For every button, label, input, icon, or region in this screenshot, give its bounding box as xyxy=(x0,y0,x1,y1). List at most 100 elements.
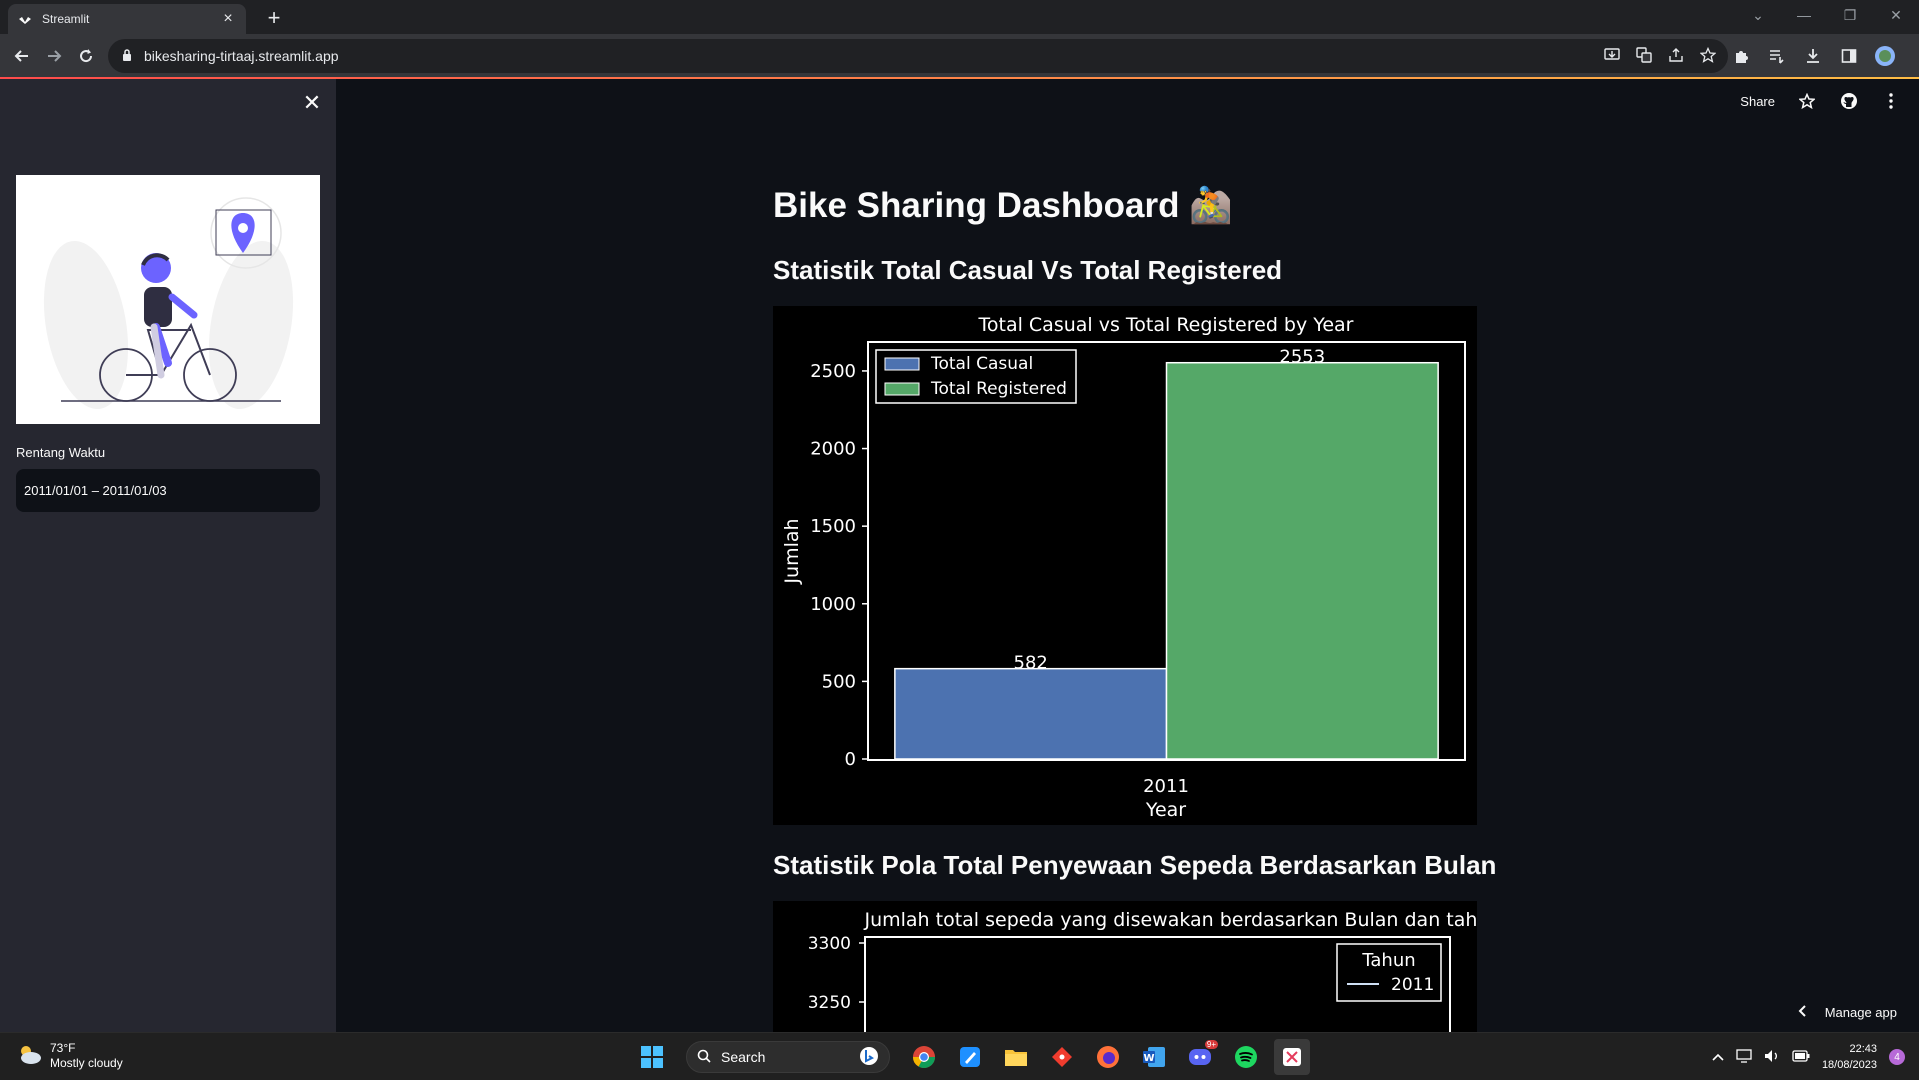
extensions-puzzle-icon[interactable] xyxy=(1730,45,1752,67)
bars: 582 2553 xyxy=(894,347,1439,760)
legend-label-casual: Total Casual xyxy=(930,354,1033,374)
y2-tick-3250: 3250 xyxy=(808,993,851,1013)
sidebar: ✕ Rentang Waktu 2011/01/01 – 2011/01/03 xyxy=(0,79,336,1032)
window-close-icon[interactable]: ✕ xyxy=(1873,0,1919,30)
url-text: bikesharing-tirtaaj.streamlit.app xyxy=(144,48,339,64)
reload-icon[interactable] xyxy=(72,42,100,70)
snipping-tool-icon[interactable] xyxy=(1274,1039,1310,1075)
address-bar[interactable]: bikesharing-tirtaaj.streamlit.app xyxy=(108,39,1728,73)
line-chart-monthly: Jumlah total sepeda yang disewakan berda… xyxy=(773,901,1477,1032)
share-page-icon[interactable] xyxy=(1668,47,1684,66)
search-icon xyxy=(697,1049,711,1066)
new-tab-button[interactable]: + xyxy=(260,4,288,32)
forward-icon[interactable] xyxy=(40,42,68,70)
legend-swatch-registered xyxy=(884,382,920,396)
clock-date: 18/08/2023 xyxy=(1821,1059,1877,1071)
bookmark-star-icon[interactable] xyxy=(1699,46,1717,66)
windows-start-icon[interactable] xyxy=(634,1039,670,1075)
extension-icons xyxy=(1730,42,1919,70)
x-axis-label: Year xyxy=(1145,799,1186,821)
chart2-legend: Tahun 2011 xyxy=(1336,943,1442,1002)
clock[interactable]: 22:43 18/08/2023 xyxy=(1822,1041,1877,1073)
volume-icon[interactable] xyxy=(1764,1049,1780,1066)
sidebar-close-icon[interactable]: ✕ xyxy=(302,92,322,114)
weather-temp: 73°F xyxy=(50,1041,76,1055)
date-range-label: Rentang Waktu xyxy=(16,445,106,460)
chart-title: Total Casual vs Total Registered by Year xyxy=(978,314,1354,336)
y-tick-label: 2000 xyxy=(810,439,856,460)
chrome-taskbar-icon[interactable] xyxy=(906,1039,942,1075)
y-axis-label: Jumlah xyxy=(781,518,803,584)
chevron-left-icon xyxy=(1797,1005,1807,1020)
legend2-label-2011: 2011 xyxy=(1391,975,1434,995)
lock-icon[interactable] xyxy=(122,48,132,64)
reading-list-icon[interactable] xyxy=(1766,45,1788,67)
browser-tabstrip: Streamlit × + ⌄ — ❐ ✕ xyxy=(0,0,1919,34)
streamlit-favicon-icon xyxy=(18,12,32,26)
chrome-menu-icon[interactable] xyxy=(1910,45,1919,67)
file-explorer-icon[interactable] xyxy=(998,1039,1034,1075)
translate-icon[interactable] xyxy=(1636,46,1652,66)
network-icon[interactable] xyxy=(1736,1048,1752,1066)
side-panel-icon[interactable] xyxy=(1838,45,1860,67)
git-app-icon[interactable] xyxy=(1044,1039,1080,1075)
bing-icon xyxy=(859,1046,879,1069)
tab-search-icon[interactable]: ⌄ xyxy=(1735,0,1781,30)
main-menu-icon[interactable] xyxy=(1881,91,1901,111)
discord-icon[interactable]: 9+ xyxy=(1182,1039,1218,1075)
back-icon[interactable] xyxy=(8,42,36,70)
app-header: Share xyxy=(1740,89,1919,113)
weather-desc: Mostly cloudy xyxy=(50,1056,123,1070)
download-icon[interactable] xyxy=(1802,45,1824,67)
restore-icon[interactable]: ❐ xyxy=(1827,0,1873,30)
bar-chart-svg: Total Casual vs Total Registered by Year… xyxy=(781,314,1466,821)
browser-tab[interactable]: Streamlit × xyxy=(8,4,246,34)
tab-title: Streamlit xyxy=(42,12,90,26)
line-chart-svg: Jumlah total sepeda yang disewakan berda… xyxy=(808,909,1477,1032)
cyclist-illustration xyxy=(16,175,320,424)
discord-badge: 9+ xyxy=(1204,1040,1218,1049)
github-icon[interactable] xyxy=(1839,91,1859,111)
windows-taskbar: 73°F Mostly cloudy Search W 9+ 22:43 18/… xyxy=(0,1032,1919,1080)
date-range-input[interactable]: 2011/01/01 – 2011/01/03 xyxy=(16,469,320,512)
edit-app-taskbar-icon[interactable] xyxy=(952,1039,988,1075)
battery-icon[interactable] xyxy=(1792,1049,1810,1065)
spotify-icon[interactable] xyxy=(1228,1039,1264,1075)
firefox-icon[interactable] xyxy=(1090,1039,1126,1075)
y-tick-label: 500 xyxy=(822,671,856,692)
legend2-title: Tahun xyxy=(1361,950,1415,971)
bar-chart-casual-vs-registered: Total Casual vs Total Registered by Year… xyxy=(773,306,1477,825)
y-axis-ticks: 0 500 1000 1500 2000 2500 xyxy=(810,361,868,770)
notification-badge[interactable]: 4 xyxy=(1889,1049,1905,1065)
profile-avatar[interactable] xyxy=(1874,45,1896,67)
y-tick-label: 2500 xyxy=(810,361,856,382)
tab-close-icon[interactable]: × xyxy=(220,10,236,28)
svg-text:W: W xyxy=(1143,1053,1154,1064)
y-tick-label: 1000 xyxy=(810,594,856,615)
weather-widget[interactable]: 73°F Mostly cloudy xyxy=(16,1041,123,1071)
clock-time: 22:43 xyxy=(1849,1043,1877,1055)
minimize-icon[interactable]: — xyxy=(1781,0,1827,30)
chart-legend: Total Casual Total Registered xyxy=(875,349,1077,404)
legend-label-registered: Total Registered xyxy=(930,379,1067,399)
star-icon[interactable] xyxy=(1797,91,1817,111)
y2-tick-3300: 3300 xyxy=(808,934,851,954)
window-controls: ⌄ — ❐ ✕ xyxy=(1735,0,1919,30)
manage-app-label: Manage app xyxy=(1824,1005,1897,1020)
system-tray: 22:43 18/08/2023 4 xyxy=(1712,1039,1905,1075)
bar-total-registered xyxy=(1165,361,1439,760)
y-tick-label: 1500 xyxy=(810,516,856,537)
taskbar-apps: Search W 9+ xyxy=(634,1039,1310,1075)
share-button[interactable]: Share xyxy=(1740,94,1775,109)
word-icon[interactable]: W xyxy=(1136,1039,1172,1075)
manage-app-button[interactable]: Manage app xyxy=(1797,1005,1897,1020)
main-content: Share Bike Sharing Dashboard 🚵 Statistik… xyxy=(336,79,1919,1032)
x-tick-label-2011: 2011 xyxy=(1143,776,1189,797)
chart2-title: Jumlah total sepeda yang disewakan berda… xyxy=(863,909,1477,931)
tray-overflow-chevron-icon[interactable] xyxy=(1712,1050,1724,1064)
browser-toolbar: bikesharing-tirtaaj.streamlit.app xyxy=(0,34,1919,78)
install-app-icon[interactable] xyxy=(1604,47,1620,66)
search-label: Search xyxy=(721,1049,766,1065)
cloud-sun-icon xyxy=(16,1043,42,1069)
taskbar-search[interactable]: Search xyxy=(686,1041,890,1073)
